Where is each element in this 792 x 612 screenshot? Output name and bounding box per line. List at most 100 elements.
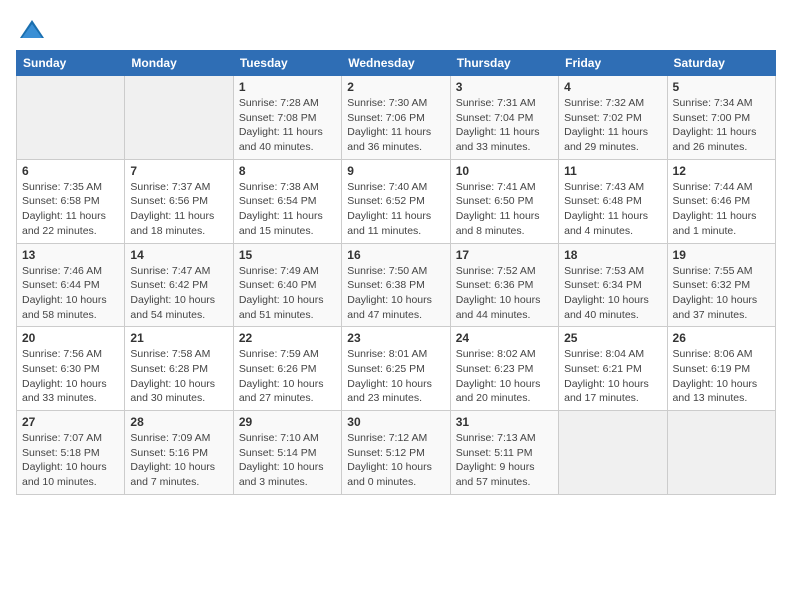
calendar-week-1: 1 Sunrise: 7:28 AMSunset: 7:08 PMDaylight… — [17, 76, 776, 160]
calendar-cell: 17 Sunrise: 7:52 AMSunset: 6:36 PMDayligh… — [450, 243, 558, 327]
calendar-week-3: 13 Sunrise: 7:46 AMSunset: 6:44 PMDayligh… — [17, 243, 776, 327]
day-detail: Sunrise: 7:43 AMSunset: 6:48 PMDaylight:… — [564, 180, 661, 239]
day-detail: Sunrise: 7:32 AMSunset: 7:02 PMDaylight:… — [564, 96, 661, 155]
day-number: 7 — [130, 164, 227, 178]
calendar-cell: 28 Sunrise: 7:09 AMSunset: 5:16 PMDayligh… — [125, 411, 233, 495]
calendar-table: SundayMondayTuesdayWednesdayThursdayFrid… — [16, 50, 776, 495]
calendar-cell: 2 Sunrise: 7:30 AMSunset: 7:06 PMDaylight… — [342, 76, 450, 160]
day-detail: Sunrise: 7:35 AMSunset: 6:58 PMDaylight:… — [22, 180, 119, 239]
day-detail: Sunrise: 7:59 AMSunset: 6:26 PMDaylight:… — [239, 347, 336, 406]
day-detail: Sunrise: 7:58 AMSunset: 6:28 PMDaylight:… — [130, 347, 227, 406]
day-number: 13 — [22, 248, 119, 262]
day-detail: Sunrise: 8:02 AMSunset: 6:23 PMDaylight:… — [456, 347, 553, 406]
calendar-cell: 15 Sunrise: 7:49 AMSunset: 6:40 PMDayligh… — [233, 243, 341, 327]
day-detail: Sunrise: 7:07 AMSunset: 5:18 PMDaylight:… — [22, 431, 119, 490]
header-row: SundayMondayTuesdayWednesdayThursdayFrid… — [17, 51, 776, 76]
day-number: 23 — [347, 331, 444, 345]
day-number: 8 — [239, 164, 336, 178]
calendar-cell: 5 Sunrise: 7:34 AMSunset: 7:00 PMDaylight… — [667, 76, 775, 160]
day-detail: Sunrise: 7:44 AMSunset: 6:46 PMDaylight:… — [673, 180, 770, 239]
day-detail: Sunrise: 7:40 AMSunset: 6:52 PMDaylight:… — [347, 180, 444, 239]
calendar-cell: 18 Sunrise: 7:53 AMSunset: 6:34 PMDayligh… — [559, 243, 667, 327]
day-number: 9 — [347, 164, 444, 178]
day-number: 14 — [130, 248, 227, 262]
day-number: 26 — [673, 331, 770, 345]
calendar-cell: 10 Sunrise: 7:41 AMSunset: 6:50 PMDayligh… — [450, 159, 558, 243]
day-number: 21 — [130, 331, 227, 345]
calendar-cell: 25Sunrise: 8:04 AMSunset: 6:21 PMDayligh… — [559, 327, 667, 411]
day-detail: Sunrise: 7:47 AMSunset: 6:42 PMDaylight:… — [130, 264, 227, 323]
day-number: 2 — [347, 80, 444, 94]
day-number: 28 — [130, 415, 227, 429]
day-number: 18 — [564, 248, 661, 262]
day-detail: Sunrise: 7:52 AMSunset: 6:36 PMDaylight:… — [456, 264, 553, 323]
day-detail: Sunrise: 7:34 AMSunset: 7:00 PMDaylight:… — [673, 96, 770, 155]
day-number: 15 — [239, 248, 336, 262]
day-number: 10 — [456, 164, 553, 178]
day-number: 25 — [564, 331, 661, 345]
col-header-monday: Monday — [125, 51, 233, 76]
day-detail: Sunrise: 7:46 AMSunset: 6:44 PMDaylight:… — [22, 264, 119, 323]
calendar-cell — [125, 76, 233, 160]
day-detail: Sunrise: 7:38 AMSunset: 6:54 PMDaylight:… — [239, 180, 336, 239]
day-number: 12 — [673, 164, 770, 178]
calendar-cell — [667, 411, 775, 495]
col-header-wednesday: Wednesday — [342, 51, 450, 76]
calendar-cell: 6 Sunrise: 7:35 AMSunset: 6:58 PMDaylight… — [17, 159, 125, 243]
day-detail: Sunrise: 7:10 AMSunset: 5:14 PMDaylight:… — [239, 431, 336, 490]
calendar-week-5: 27 Sunrise: 7:07 AMSunset: 5:18 PMDayligh… — [17, 411, 776, 495]
calendar-cell — [17, 76, 125, 160]
page-header — [16, 16, 776, 38]
logo — [16, 16, 46, 38]
col-header-friday: Friday — [559, 51, 667, 76]
calendar-cell: 26Sunrise: 8:06 AMSunset: 6:19 PMDayligh… — [667, 327, 775, 411]
calendar-cell: 30Sunrise: 7:12 AMSunset: 5:12 PMDayligh… — [342, 411, 450, 495]
calendar-cell: 31Sunrise: 7:13 AMSunset: 5:11 PMDayligh… — [450, 411, 558, 495]
col-header-saturday: Saturday — [667, 51, 775, 76]
calendar-cell: 11Sunrise: 7:43 AMSunset: 6:48 PMDayligh… — [559, 159, 667, 243]
calendar-cell: 8 Sunrise: 7:38 AMSunset: 6:54 PMDaylight… — [233, 159, 341, 243]
day-number: 31 — [456, 415, 553, 429]
day-detail: Sunrise: 7:41 AMSunset: 6:50 PMDaylight:… — [456, 180, 553, 239]
day-number: 19 — [673, 248, 770, 262]
calendar-cell: 22Sunrise: 7:59 AMSunset: 6:26 PMDayligh… — [233, 327, 341, 411]
day-detail: Sunrise: 7:50 AMSunset: 6:38 PMDaylight:… — [347, 264, 444, 323]
day-number: 27 — [22, 415, 119, 429]
day-number: 20 — [22, 331, 119, 345]
day-number: 16 — [347, 248, 444, 262]
day-detail: Sunrise: 7:53 AMSunset: 6:34 PMDaylight:… — [564, 264, 661, 323]
day-detail: Sunrise: 7:09 AMSunset: 5:16 PMDaylight:… — [130, 431, 227, 490]
calendar-cell: 21 Sunrise: 7:58 AMSunset: 6:28 PMDayligh… — [125, 327, 233, 411]
calendar-cell: 14 Sunrise: 7:47 AMSunset: 6:42 PMDayligh… — [125, 243, 233, 327]
day-number: 1 — [239, 80, 336, 94]
day-number: 24 — [456, 331, 553, 345]
calendar-cell: 23 Sunrise: 8:01 AMSunset: 6:25 PMDayligh… — [342, 327, 450, 411]
calendar-week-4: 20Sunrise: 7:56 AMSunset: 6:30 PMDayligh… — [17, 327, 776, 411]
calendar-cell: 20Sunrise: 7:56 AMSunset: 6:30 PMDayligh… — [17, 327, 125, 411]
day-number: 6 — [22, 164, 119, 178]
calendar-cell: 16 Sunrise: 7:50 AMSunset: 6:38 PMDayligh… — [342, 243, 450, 327]
day-number: 5 — [673, 80, 770, 94]
calendar-cell: 27 Sunrise: 7:07 AMSunset: 5:18 PMDayligh… — [17, 411, 125, 495]
day-detail: Sunrise: 8:01 AMSunset: 6:25 PMDaylight:… — [347, 347, 444, 406]
day-detail: Sunrise: 7:31 AMSunset: 7:04 PMDaylight:… — [456, 96, 553, 155]
calendar-cell: 24 Sunrise: 8:02 AMSunset: 6:23 PMDayligh… — [450, 327, 558, 411]
day-number: 3 — [456, 80, 553, 94]
calendar-cell: 9 Sunrise: 7:40 AMSunset: 6:52 PMDaylight… — [342, 159, 450, 243]
calendar-cell: 1 Sunrise: 7:28 AMSunset: 7:08 PMDaylight… — [233, 76, 341, 160]
day-number: 30 — [347, 415, 444, 429]
day-detail: Sunrise: 7:28 AMSunset: 7:08 PMDaylight:… — [239, 96, 336, 155]
day-detail: Sunrise: 7:49 AMSunset: 6:40 PMDaylight:… — [239, 264, 336, 323]
day-number: 29 — [239, 415, 336, 429]
calendar-cell: 13 Sunrise: 7:46 AMSunset: 6:44 PMDayligh… — [17, 243, 125, 327]
calendar-cell: 29 Sunrise: 7:10 AMSunset: 5:14 PMDayligh… — [233, 411, 341, 495]
col-header-thursday: Thursday — [450, 51, 558, 76]
col-header-sunday: Sunday — [17, 51, 125, 76]
calendar-cell: 3 Sunrise: 7:31 AMSunset: 7:04 PMDaylight… — [450, 76, 558, 160]
calendar-cell: 4Sunrise: 7:32 AMSunset: 7:02 PMDaylight… — [559, 76, 667, 160]
calendar-cell: 19Sunrise: 7:55 AMSunset: 6:32 PMDayligh… — [667, 243, 775, 327]
day-detail: Sunrise: 7:30 AMSunset: 7:06 PMDaylight:… — [347, 96, 444, 155]
calendar-cell: 12 Sunrise: 7:44 AMSunset: 6:46 PMDayligh… — [667, 159, 775, 243]
day-number: 17 — [456, 248, 553, 262]
day-detail: Sunrise: 7:37 AMSunset: 6:56 PMDaylight:… — [130, 180, 227, 239]
